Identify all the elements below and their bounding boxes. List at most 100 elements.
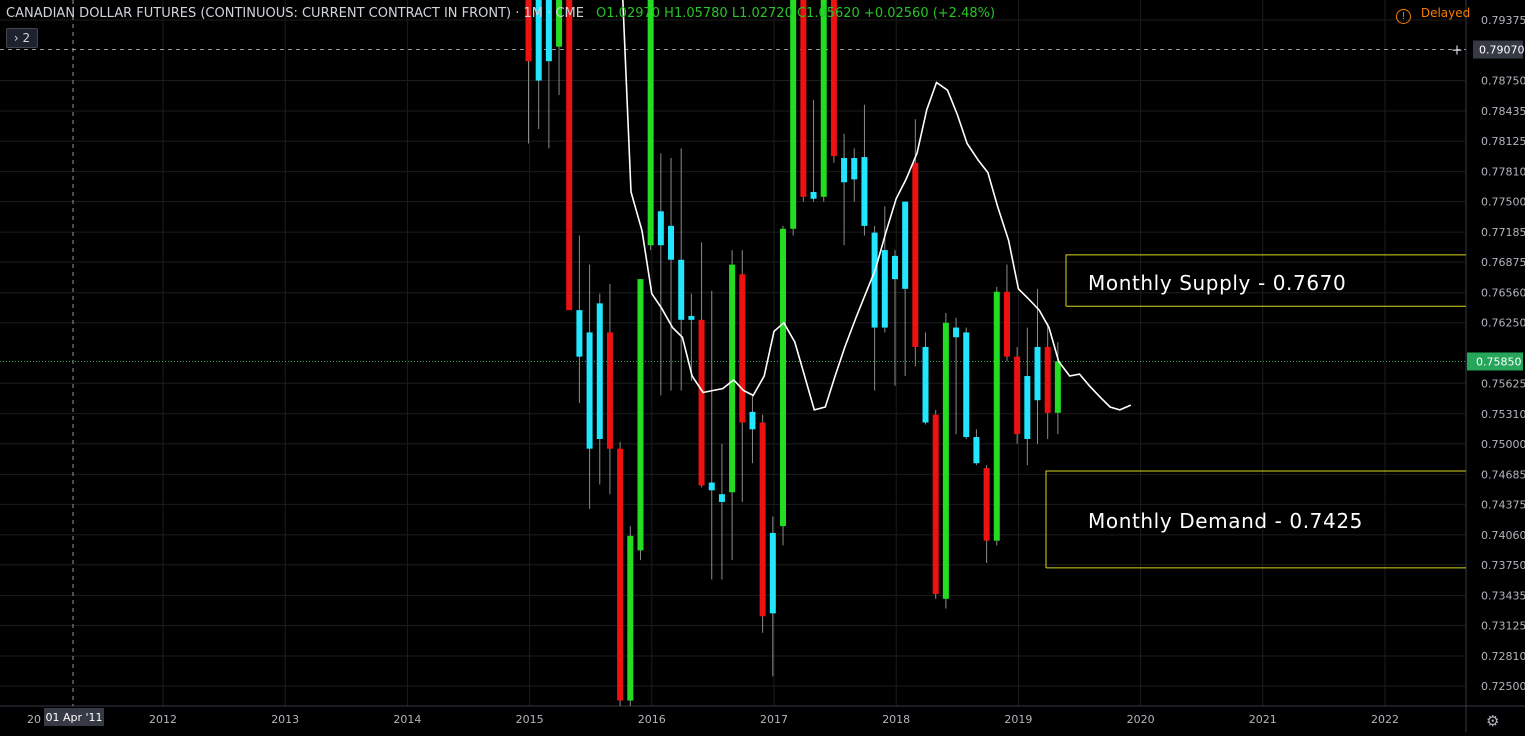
- time-tick-label: 2016: [638, 713, 666, 726]
- candle-body: [891, 255, 898, 280]
- candle-body: [759, 422, 766, 617]
- candle-body: [769, 532, 776, 614]
- chart-area[interactable]: 0.79070 +01 Apr '11 0.75850 0.79375 0.78750…: [0, 0, 1525, 732]
- candle-body: [953, 327, 960, 338]
- chart-header: CANADIAN DOLLAR FUTURES (CONTINUOUS: CUR…: [6, 6, 995, 21]
- ma-line: [622, 0, 1132, 411]
- candle-body: [973, 437, 980, 464]
- time-tick-label: 2017: [760, 713, 788, 726]
- candle-body: [566, 0, 573, 311]
- current-price-label: 0.75850: [1476, 355, 1522, 368]
- candle-body: [861, 157, 868, 226]
- time-tick-label: 2015: [516, 713, 544, 726]
- moving-average: [622, 0, 1132, 411]
- delayed-label: Delayed: [1420, 6, 1471, 20]
- warning-icon: !: [1396, 9, 1411, 24]
- candle-body: [1044, 346, 1051, 413]
- candle-body: [871, 232, 878, 328]
- price-tick-label: 0.75000: [1481, 438, 1525, 451]
- supply-zone-label: Monthly Supply - 0.7670: [1088, 271, 1347, 295]
- candle-body: [912, 162, 919, 347]
- chevron-right-icon: ›: [13, 31, 19, 45]
- time-tick-label: 2018: [882, 713, 910, 726]
- candle-body: [993, 291, 1000, 541]
- candle-body: [790, 0, 797, 229]
- crosshair-plus-icon: +: [1451, 43, 1463, 59]
- candle-body: [780, 228, 786, 527]
- crosshair-date-label: 01 Apr '11: [45, 711, 102, 724]
- time-tick-label: 2021: [1249, 713, 1277, 726]
- candle-body: [586, 332, 593, 449]
- price-tick-label: 0.75625: [1481, 377, 1525, 390]
- candle-body: [576, 310, 583, 357]
- time-tick-label: 2012: [149, 713, 177, 726]
- time-tick-label: 20: [27, 713, 41, 726]
- price-tick-label: 0.73750: [1481, 559, 1525, 572]
- ohlc-readout: O1.02970 H1.05780 L1.02720 C1.05620 +0.0…: [596, 6, 996, 21]
- candle-body: [851, 158, 858, 180]
- candle-body: [617, 448, 624, 701]
- gear-icon[interactable]: ⚙: [1486, 712, 1499, 730]
- candle-body: [718, 494, 725, 502]
- candle-body: [596, 303, 603, 439]
- candle-body: [902, 201, 909, 289]
- price-tick-label: 0.75310: [1481, 408, 1525, 421]
- price-tick-label: 0.78125: [1481, 135, 1525, 148]
- candle-body: [841, 158, 848, 183]
- price-tick-label: 0.74685: [1481, 468, 1525, 481]
- price-tick-label: 0.72500: [1481, 680, 1525, 693]
- candle-body: [800, 0, 807, 197]
- candle-body: [637, 279, 644, 551]
- time-tick-label: 2014: [393, 713, 421, 726]
- price-tick-label: 0.72810: [1481, 650, 1525, 663]
- price-tick-label: 0.78750: [1481, 75, 1525, 88]
- candle-body: [1024, 376, 1031, 439]
- candle-body: [932, 414, 939, 594]
- demand-zone-label: Monthly Demand - 0.7425: [1088, 509, 1363, 533]
- candlestick-chart[interactable]: 0.79070 +01 Apr '11 0.75850 0.79375 0.78750…: [0, 0, 1525, 732]
- candle-body: [739, 274, 746, 423]
- candle-body: [1054, 361, 1061, 413]
- candle-body: [983, 468, 990, 541]
- time-axis[interactable]: 2012 2013 2014 2015 2016 2017 2018 2019 2020 2021…: [27, 713, 1399, 726]
- time-tick-label: 2013: [271, 713, 299, 726]
- price-tick-label: 0.79375: [1481, 14, 1525, 27]
- candle-body: [668, 225, 675, 260]
- candle-body: [627, 535, 634, 701]
- candle-body: [922, 346, 929, 423]
- price-tick-label: 0.77185: [1481, 226, 1525, 239]
- price-tick-label: 0.74060: [1481, 529, 1525, 542]
- price-tick-label: 0.76875: [1481, 256, 1525, 269]
- candle-body: [678, 259, 685, 320]
- candles: [525, 0, 1061, 706]
- candle-body: [1003, 291, 1010, 357]
- delayed-badge[interactable]: ! Delayed: [1396, 6, 1470, 24]
- candle-body: [830, 0, 837, 157]
- candle-body: [606, 332, 613, 449]
- candle-body: [729, 264, 736, 493]
- candle-body: [708, 482, 715, 491]
- symbol-title[interactable]: CANADIAN DOLLAR FUTURES (CONTINUOUS: CUR…: [6, 6, 584, 21]
- collapse-indicators-button[interactable]: › 2: [6, 28, 38, 48]
- candle-body: [810, 191, 817, 199]
- candle-body: [698, 319, 705, 486]
- price-tick-label: 0.77500: [1481, 196, 1525, 209]
- candle-body: [963, 332, 970, 438]
- candle-body: [881, 250, 888, 328]
- crosshair-price-label: 0.79070: [1479, 44, 1525, 57]
- candle-body: [820, 0, 827, 197]
- candle-body: [1014, 356, 1021, 435]
- candle-body: [942, 322, 949, 599]
- price-tick-label: 0.76560: [1481, 287, 1525, 300]
- price-tick-label: 0.78435: [1481, 105, 1525, 118]
- price-tick-label: 0.73125: [1481, 619, 1525, 632]
- price-tick-label: 0.73435: [1481, 589, 1525, 602]
- candle-body: [1034, 346, 1041, 401]
- candle-body: [749, 411, 756, 430]
- price-tick-label: 0.77810: [1481, 166, 1525, 179]
- indicator-count: 2: [22, 31, 31, 45]
- candle-body: [688, 315, 695, 320]
- time-tick-label: 2022: [1371, 713, 1399, 726]
- price-tick-label: 0.74375: [1481, 498, 1525, 511]
- time-tick-label: 2020: [1127, 713, 1155, 726]
